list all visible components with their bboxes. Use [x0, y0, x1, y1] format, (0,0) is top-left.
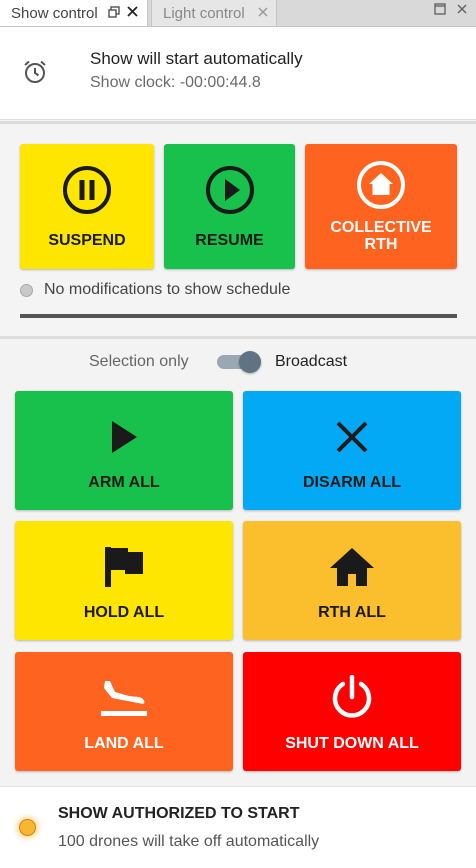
collective-rth-label: COLLECTIVE RTH: [330, 219, 432, 253]
show-control-panel: SUSPEND RESUME COLLECTIVE RTH No modific…: [0, 121, 476, 339]
pause-circle-icon: [62, 165, 112, 220]
flag-icon: [104, 545, 144, 589]
schedule-status: No modifications to show schedule: [20, 281, 290, 299]
hold-all-button[interactable]: HOLD ALL: [15, 521, 233, 640]
power-icon: [329, 675, 375, 720]
show-clock: Show clock: -00:00:44.8: [90, 74, 261, 91]
alarm-clock-icon: [22, 59, 48, 90]
suspend-label: SUSPEND: [48, 231, 126, 249]
tab-light-control[interactable]: Light control: [151, 0, 277, 26]
tab-show-control[interactable]: Show control: [0, 0, 148, 26]
window-controls: [434, 3, 468, 18]
landing-icon: [99, 676, 149, 720]
undock-icon[interactable]: [108, 6, 120, 20]
disarm-all-label: DISARM ALL: [302, 474, 402, 491]
broadcast-toggle[interactable]: [217, 351, 263, 373]
close-icon: [335, 415, 369, 459]
maximize-icon[interactable]: [434, 3, 446, 18]
show-status-header: Show will start automatically Show clock…: [0, 27, 476, 120]
selection-broadcast-row: Selection only Broadcast: [0, 345, 476, 379]
home-icon: [328, 545, 376, 589]
selection-only-label: Selection only: [89, 353, 189, 370]
tab-bar: Show control Light control: [0, 0, 476, 27]
authorization-footer: SHOW AUTHORIZED TO START 100 drones will…: [0, 786, 476, 868]
resume-label: RESUME: [195, 231, 264, 249]
suspend-button[interactable]: SUSPEND: [20, 144, 154, 269]
close-icon[interactable]: [456, 3, 468, 18]
schedule-status-text: No modifications to show schedule: [44, 281, 291, 298]
close-icon[interactable]: [126, 5, 139, 20]
collective-rth-button[interactable]: COLLECTIVE RTH: [305, 144, 457, 269]
arm-all-label: ARM ALL: [88, 474, 160, 491]
resume-button[interactable]: RESUME: [164, 144, 295, 269]
status-led-icon: [19, 819, 36, 836]
authorization-subtitle: 100 drones will take off automatically: [58, 833, 320, 850]
land-all-label: LAND ALL: [84, 735, 164, 752]
close-icon[interactable]: [257, 6, 269, 20]
broadcast-label: Broadcast: [275, 353, 348, 370]
land-all-button[interactable]: LAND ALL: [15, 652, 233, 771]
disarm-all-button[interactable]: DISARM ALL: [243, 391, 461, 510]
tab-label: Show control: [11, 4, 98, 22]
home-circle-icon: [356, 160, 406, 215]
rth-all-label: RTH ALL: [318, 604, 386, 621]
toggle-knob: [239, 351, 261, 373]
status-title: Show will start automatically: [90, 49, 303, 68]
shut-down-all-label: SHUT DOWN ALL: [285, 735, 419, 752]
rth-all-button[interactable]: RTH ALL: [243, 521, 461, 640]
play-circle-icon: [205, 165, 255, 220]
play-icon: [109, 415, 139, 459]
hold-all-label: HOLD ALL: [83, 604, 165, 621]
show-progress-bar: [20, 314, 457, 318]
authorization-title: SHOW AUTHORIZED TO START: [58, 805, 300, 822]
tab-label: Light control: [163, 4, 245, 22]
shut-down-all-button[interactable]: SHUT DOWN ALL: [243, 652, 461, 771]
arm-all-button[interactable]: ARM ALL: [15, 391, 233, 510]
status-dot: [20, 283, 33, 297]
